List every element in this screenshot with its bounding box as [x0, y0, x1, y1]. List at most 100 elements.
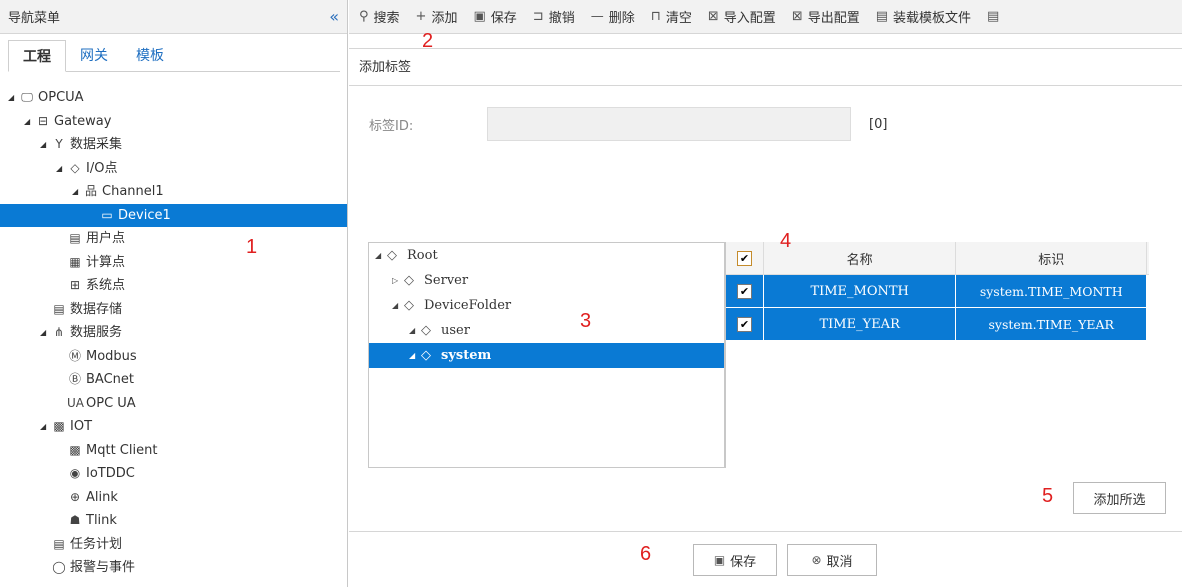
tree-node-1[interactable]: ◢ ⊟ Gateway [0, 110, 347, 134]
tree-node-label: OPC UA [86, 395, 136, 411]
device-icon: ▭ [101, 207, 113, 222]
tag-tree-node-3[interactable]: ◢ ◇ user [369, 318, 724, 343]
search-icon: ⚲ [359, 9, 369, 24]
tab-template[interactable]: 模板 [122, 40, 178, 72]
select-all-checkbox[interactable]: ✔ [736, 250, 752, 266]
toolbar-button-4[interactable]: — 删除 [591, 7, 635, 26]
tag-icon: ◇ [404, 298, 414, 313]
tree-node-2[interactable]: ◢ Y 数据采集 [0, 133, 347, 157]
tree-node-12[interactable]: Ⓑ BACnet [0, 368, 347, 392]
cell-name: TIME_MONTH [764, 275, 957, 307]
trash-icon: ⊓ [650, 9, 661, 24]
expand-arrow-icon[interactable]: ◢ [40, 415, 51, 439]
channel-icon: 品 [84, 184, 97, 198]
tree-node-14[interactable]: ◢ ▩ IOT [0, 415, 347, 439]
tag-tree-node-label: Server [424, 273, 469, 288]
tree-node-20[interactable]: ◯ 报警与事件 [0, 556, 347, 580]
navigation-panel: 导航菜单 « 工程 网关 模板 ◢ 🖵 OPCUA ◢ ⊟ Gateway ◢ Y 数据采集 ◢ ◇… [0, 0, 348, 587]
tag-tree-node-label: user [441, 323, 470, 338]
toolbar-button-5[interactable]: ⊓ 清空 [651, 7, 692, 26]
tree-node-0[interactable]: ◢ 🖵 OPCUA [0, 86, 347, 110]
gateway-icon: ⊟ [37, 113, 49, 128]
tree-node-8[interactable]: ⊞ 系统点 [0, 274, 347, 298]
row-checkbox[interactable]: ✔ [736, 316, 752, 332]
annotation-5: 5 [1042, 485, 1054, 507]
tree-node-6[interactable]: ▤ 用户点 [0, 227, 347, 251]
tree-node-16[interactable]: ◉ IoTDDC [0, 462, 347, 486]
import-icon: ⊠ [707, 9, 719, 24]
tree-node-5[interactable]: ▭ Device1 [0, 203, 347, 227]
tree-node-17[interactable]: ⊕ Alink [0, 486, 347, 510]
tree-node-label: 任务计划 [70, 536, 123, 552]
row-checkbox[interactable]: ✔ [736, 283, 752, 299]
expand-arrow-icon[interactable]: ◢ [24, 110, 35, 134]
cancel-button[interactable]: ⊗ 取消 [787, 544, 877, 576]
mqtt-icon: ▩ [69, 442, 81, 457]
toolbar-button-label: 撤销 [548, 11, 575, 26]
tag-id-input[interactable] [487, 107, 851, 141]
tab-project[interactable]: 工程 [8, 40, 66, 72]
tree-node-10[interactable]: ◢ ⋔ 数据服务 [0, 321, 347, 345]
tree-node-4[interactable]: ◢ 品 Channel1 [0, 180, 347, 204]
expand-arrow-icon[interactable]: ◢ [56, 157, 67, 181]
tag-tree-node-2[interactable]: ◢ ◇ DeviceFolder [369, 293, 724, 318]
toolbar-button-3[interactable]: ⊐ 撤销 [533, 7, 575, 26]
expand-arrow-icon[interactable]: ◢ [392, 293, 404, 318]
row-filler [1147, 308, 1149, 340]
toolbar-button-8[interactable]: ▤ 装载模板文件 [876, 7, 971, 26]
toolbar-button-6[interactable]: ⊠ 导入配置 [708, 7, 776, 26]
service-icon: ⋔ [53, 325, 65, 339]
expand-arrow-icon[interactable]: ◢ [40, 133, 51, 157]
modbus-icon: Ⓜ [68, 348, 81, 363]
add-tag-dialog: 添加标签 标签ID: [0] ◢ ◇ Root ▷ ◇ Server ◢ ◇ DeviceFol… [349, 48, 1182, 587]
file-icon: ▤ [875, 9, 889, 24]
add-selected-button[interactable]: 添加所选 [1073, 482, 1166, 514]
expand-arrow-icon[interactable]: ◢ [375, 243, 387, 268]
column-header-name[interactable]: 名称 [764, 242, 957, 274]
expand-arrow-icon[interactable]: ◢ [40, 321, 51, 345]
tree-node-label: 计算点 [86, 254, 126, 270]
iot-icon: ▩ [53, 419, 65, 433]
tree-node-18[interactable]: ☗ Tlink [0, 509, 347, 533]
tree-node-9[interactable]: ▤ 数据存储 [0, 298, 347, 322]
tree-node-7[interactable]: ▦ 计算点 [0, 251, 347, 275]
toolbar-button-label: 导入配置 [723, 11, 776, 26]
tag-tree-node-1[interactable]: ▷ ◇ Server [369, 268, 724, 293]
toolbar-button-0[interactable]: ⚲ 搜索 [359, 7, 400, 26]
expand-arrow-icon[interactable]: ◢ [72, 180, 83, 204]
cell-ident: system.TIME_YEAR [956, 308, 1147, 340]
expand-arrow-icon[interactable]: ◢ [8, 86, 19, 110]
export-icon: ⊠ [791, 9, 803, 24]
tab-gateway[interactable]: 网关 [66, 40, 122, 72]
tree-node-15[interactable]: ▩ Mqtt Client [0, 439, 347, 463]
toolbar-button-9[interactable]: ▤ [987, 9, 1004, 24]
tree-node-19[interactable]: ▤ 任务计划 [0, 533, 347, 557]
tree-node-13[interactable]: UA OPC UA [0, 392, 347, 416]
tree-node-3[interactable]: ◢ ◇ I/O点 [0, 157, 347, 181]
tree-node-11[interactable]: Ⓜ Modbus [0, 345, 347, 369]
tag-tree-node-4[interactable]: ◢ ◇ system [369, 343, 724, 368]
toolbar-button-2[interactable]: ▣ 保存 [473, 7, 516, 26]
toolbar-button-1[interactable]: + 添加 [416, 7, 458, 26]
toolbar-button-7[interactable]: ⊠ 导出配置 [792, 7, 860, 26]
table-row[interactable]: ✔ TIME_YEAR system.TIME_YEAR [726, 308, 1149, 341]
expand-arrow-icon[interactable]: ▷ [392, 268, 404, 293]
expand-arrow-icon[interactable]: ◢ [409, 343, 421, 368]
tag-icon: ◇ [70, 160, 80, 175]
tag-tree-node-0[interactable]: ◢ ◇ Root [369, 243, 724, 268]
tag-grid: ✔ 名称 标识 ✔ TIME_MONTH system.TIME_MONTH ✔ TIM… [725, 242, 1149, 468]
tag-tree-node-label: Root [407, 248, 438, 263]
minus-icon: — [590, 9, 604, 24]
user-point-icon: ▤ [69, 231, 81, 245]
column-header-ident[interactable]: 标识 [956, 242, 1147, 274]
task-icon: ▤ [53, 536, 65, 551]
table-row[interactable]: ✔ TIME_MONTH system.TIME_MONTH [726, 275, 1149, 308]
collapse-icon[interactable]: « [329, 7, 339, 26]
save-button[interactable]: ▣ 保存 [693, 544, 777, 576]
cell-name: TIME_YEAR [764, 308, 957, 340]
tree-node-label: 用户点 [86, 231, 126, 246]
annotation-6: 6 [640, 543, 652, 565]
tree-node-label: Device1 [118, 207, 171, 223]
expand-arrow-icon[interactable]: ◢ [409, 318, 421, 343]
annotation-3: 3 [580, 310, 592, 332]
